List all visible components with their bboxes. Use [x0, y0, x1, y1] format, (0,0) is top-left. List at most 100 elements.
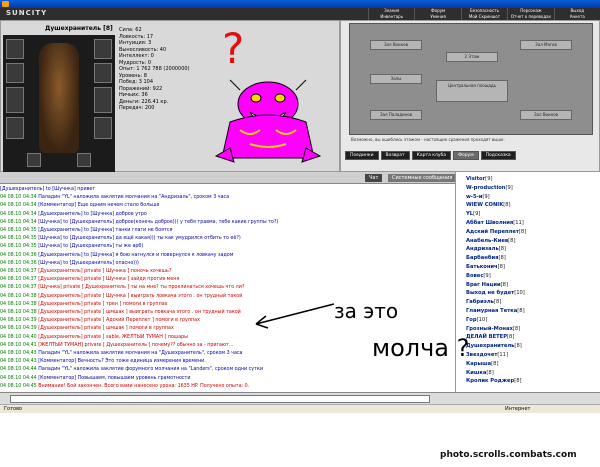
- app-icon: [2, 1, 9, 7]
- user-name[interactable]: Адский Переплет: [466, 229, 519, 235]
- equipment-slot[interactable]: [94, 117, 112, 139]
- chat-text[interactable]: [Душехранитель] private [ шмшак ] помоги…: [38, 326, 174, 331]
- equipment-slot[interactable]: [6, 39, 24, 59]
- forum-button[interactable]: Форум: [453, 151, 479, 160]
- map-room[interactable]: Центральная площадь: [436, 80, 508, 102]
- equipment-slot[interactable]: [94, 87, 112, 113]
- equipment-slot[interactable]: [6, 117, 24, 139]
- chat-text[interactable]: [Шучнка] to [Душехранитель] доброе(конеч…: [38, 220, 278, 225]
- chat-text[interactable]: [Душехранитель] private [ Адский Перепле…: [38, 318, 200, 323]
- user-name[interactable]: Батьконич: [466, 264, 498, 270]
- map-room[interactable]: Зал Магов: [520, 40, 572, 50]
- user-level: [9]: [505, 184, 513, 191]
- tab-chat[interactable]: Чат: [365, 174, 383, 182]
- map-room[interactable]: Зал Паладинов: [370, 110, 422, 120]
- user-name[interactable]: w-5-и: [466, 194, 482, 200]
- character-name[interactable]: Душехранитель [8]: [45, 25, 113, 32]
- chat-text[interactable]: [Комментатор] Вечность? Это тоже единица…: [38, 359, 206, 364]
- user-name[interactable]: Андризаль: [466, 246, 499, 252]
- equipment-slot[interactable]: [27, 153, 41, 167]
- chat-text[interactable]: [Душехранитель] private [ sable, ЖЕЛТЫЙ …: [38, 335, 188, 340]
- chat-text[interactable]: Паладин "YL" наложила заклятие молчания …: [38, 195, 229, 200]
- map-room[interactable]: Зал Воинов: [520, 110, 572, 120]
- user-level: [8]: [508, 237, 516, 244]
- chat-timestamp: 04 08.10 04:34: [0, 219, 37, 225]
- equipment-slot[interactable]: [77, 153, 91, 167]
- chat-text[interactable]: [Душехранитель] private [ трен ] помоги …: [38, 302, 167, 307]
- user-list-item[interactable]: Андризаль[8]: [466, 245, 506, 254]
- top-menu: Знания Форум Безопасность Персонаж Выход…: [368, 8, 600, 20]
- chat-text[interactable]: Паладин "YL" наложила заклятие молчания …: [38, 351, 242, 356]
- user-level: [9]: [485, 176, 493, 182]
- chat-text[interactable]: [Шучнка] to [Душехранитель] да ещё какая…: [38, 236, 241, 241]
- user-name[interactable]: Visitor: [466, 176, 485, 182]
- window-title-bar: [0, 0, 600, 8]
- chat-timestamp: 04 08.10 04:37: [0, 285, 37, 291]
- zone-text: Интернет: [505, 406, 531, 412]
- chat-message: 04 08.10 04:35 [Шучнка] to [Душехранител…: [0, 243, 455, 251]
- user-list-item[interactable]: Выход не будет[10]: [466, 289, 525, 298]
- user-list-item[interactable]: YL[9]: [466, 210, 480, 219]
- chat-message: 04 08.10 04:36 [Душехранитель] to [Шучнк…: [0, 252, 455, 260]
- chat-message: 04 08.10 04:36 [Шучнка] to [Душехранител…: [0, 260, 455, 268]
- chat-text[interactable]: [Комментатор] Повышаем, повышаем уровень…: [38, 376, 190, 381]
- user-list-item[interactable]: Аббат Шволния[11]: [466, 219, 524, 228]
- user-level: [8]: [497, 264, 505, 270]
- club-map-button[interactable]: Карта клуба: [411, 151, 452, 160]
- chat-text[interactable]: [Душехранитель] private [ шмшак ] выигра…: [38, 310, 241, 315]
- return-button[interactable]: Возврат: [380, 151, 410, 160]
- user-list-item[interactable]: Враг Нации[8]: [466, 281, 508, 290]
- user-list-item[interactable]: WIEW CONIK[8]: [466, 201, 511, 210]
- chat-text[interactable]: Внимание! Бой закончен. Всего вами нанес…: [38, 384, 249, 389]
- tab-system-messages[interactable]: Системные сообщения: [388, 174, 457, 182]
- user-level: [10]: [514, 290, 525, 297]
- chat-timestamp: 04 08.10 04:39: [0, 318, 37, 324]
- map-room[interactable]: Залы: [370, 74, 422, 84]
- user-list-item[interactable]: Вовес[9]: [466, 272, 491, 281]
- chat-text[interactable]: [Душехранитель] private [ Шучнка ] выигр…: [38, 294, 242, 299]
- user-name[interactable]: Анабель-Киев: [466, 238, 508, 244]
- chat-text[interactable]: [Душехранитель] to [Шучнка] доброе утро: [38, 212, 147, 217]
- chat-message: 04 08.10 04:34 [Душехранитель] to [Шучнк…: [0, 211, 455, 219]
- user-name[interactable]: YL: [466, 211, 473, 217]
- map-room[interactable]: 2 Этаж: [446, 52, 498, 62]
- user-list-item[interactable]: w-5-и[9]: [466, 193, 490, 202]
- equipment-slot[interactable]: [94, 63, 112, 83]
- chat-text[interactable]: [Душехранитель] private [ Шучнка ] зайди…: [38, 277, 179, 282]
- user-name[interactable]: Барбанбия: [466, 255, 498, 261]
- chat-text[interactable]: [Шучнка] private [ Душехранитель ] ты на…: [38, 285, 244, 290]
- equipment-slot[interactable]: [6, 87, 24, 113]
- user-level: [8]: [507, 334, 515, 341]
- user-name[interactable]: Аббат Шволния: [466, 220, 513, 226]
- user-list-item[interactable]: Барбанбия[8]: [466, 254, 506, 263]
- user-name[interactable]: Выход не будет: [466, 290, 514, 296]
- chat-timestamp: 04 08.10 04:35: [0, 228, 37, 233]
- duels-button[interactable]: Поединки: [345, 151, 379, 160]
- user-name[interactable]: W-production: [466, 185, 505, 191]
- chat-text[interactable]: [Душехранитель] private [ Шучнка ] поноч…: [38, 269, 171, 274]
- chat-text[interactable]: [Душехранитель] to [Шучнка] я бою нагнул…: [38, 253, 233, 258]
- chat-text[interactable]: [Шучнка] to [Душехранитель] опасно))): [38, 261, 139, 266]
- user-list-item[interactable]: Анабель-Киев[8]: [466, 237, 516, 246]
- chat-text[interactable]: [Комментатор] Еще одним нечем стало боль…: [38, 203, 159, 208]
- user-list-item[interactable]: W-production[9]: [466, 184, 513, 193]
- chat-text[interactable]: [Душехранитель] to [Шучнка] танки глаги …: [38, 228, 172, 233]
- chat-text[interactable]: [Шучнка] to [Душехранитель] ты же арб): [38, 244, 143, 249]
- chat-text[interactable]: [Душехранитель] to [Шучнка] привет: [0, 187, 95, 192]
- user-list-item[interactable]: Адский Переплет[8]: [466, 228, 526, 237]
- annotation-line: молча ?: [372, 334, 469, 362]
- user-level: [8]: [517, 308, 525, 314]
- game-top-bar: SUNCITY Знания Форум Безопасность Персон…: [0, 8, 600, 20]
- user-name[interactable]: WIEW CONIK: [466, 202, 503, 208]
- equipment-slot[interactable]: [94, 39, 112, 59]
- chat-text[interactable]: Паладин "YL" наложила заклятие форумного…: [38, 367, 263, 372]
- user-name[interactable]: Вовес: [466, 273, 483, 279]
- chat-timestamp: 04 08.10 04:34: [0, 195, 37, 201]
- user-name[interactable]: Враг Нации: [466, 282, 501, 288]
- map-room[interactable]: Зал Воинов: [370, 40, 422, 50]
- user-list-item[interactable]: Visitor[9]: [466, 175, 493, 184]
- equipment-slot[interactable]: [6, 63, 24, 83]
- hint-button[interactable]: Подсказка: [480, 151, 516, 160]
- user-list-item[interactable]: Батьконич[8]: [466, 263, 505, 272]
- chat-text[interactable]: [ЖЕЛТЫЙ ТУМАН] private [ Душехранитель ]…: [38, 343, 233, 348]
